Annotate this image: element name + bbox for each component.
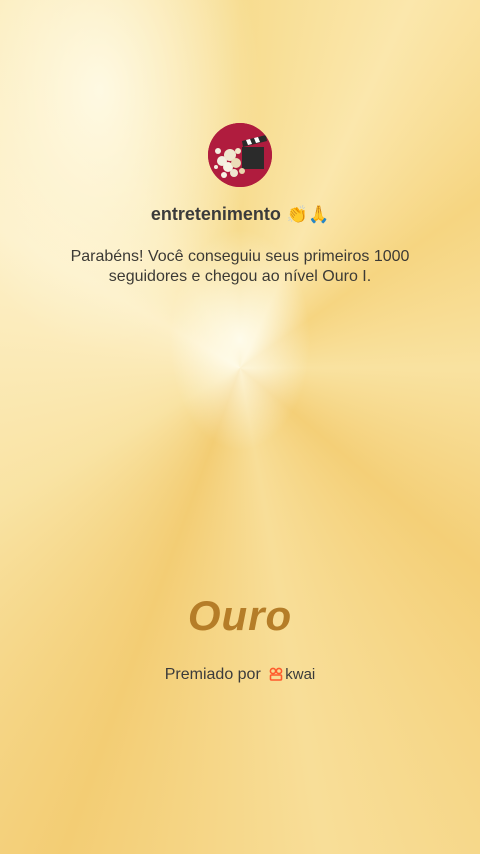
username-emojis: 👏🙏 — [286, 205, 330, 224]
kwai-brand: kwai — [269, 664, 315, 688]
message-line-1: Parabéns! Você conseguiu seus primeiros … — [70, 248, 410, 265]
message-line-2: seguidores e chegou ao nível Ouro I. — [108, 268, 372, 285]
kwai-logo-icon — [269, 666, 283, 688]
awarded-by-label: Premiado por — [164, 666, 261, 683]
profile-avatar[interactable] — [208, 123, 272, 187]
brand-name: kwai — [285, 666, 316, 683]
username-row: entretenimento 👏🙏 — [0, 202, 480, 227]
awarded-by-row: Premiado por kwai — [0, 664, 480, 688]
level-title: Ouro — [187, 592, 293, 639]
congratulations-message: Parabéns! Você conseguiu seus primeiros … — [50, 247, 430, 287]
username[interactable]: entretenimento — [151, 204, 281, 224]
